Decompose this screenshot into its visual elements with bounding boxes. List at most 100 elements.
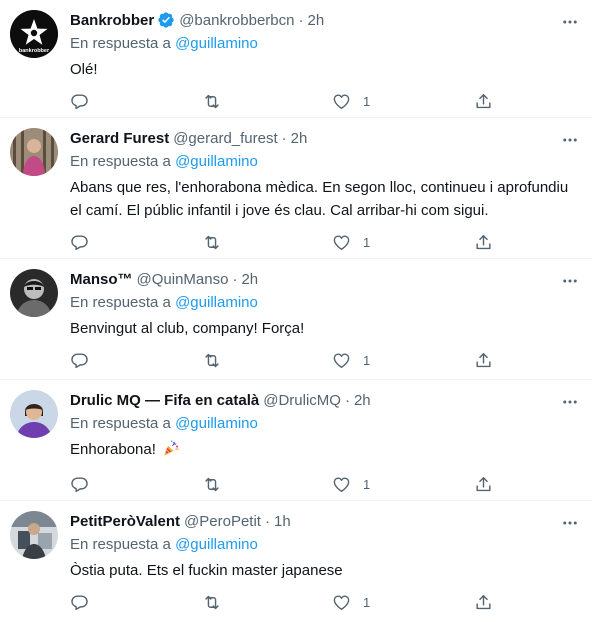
separator-dot: ·: [298, 11, 304, 29]
party-popper-icon: [162, 439, 180, 464]
reply-button[interactable]: [70, 92, 202, 111]
retweet-icon: [205, 353, 219, 367]
avatar-logo-text: bankrobber: [19, 48, 50, 54]
tweet-text: Abans que res, l'enhorabona mèdica. En s…: [70, 179, 569, 219]
reply-prefix: En respuesta a: [70, 153, 171, 170]
tweet-actions: 1: [70, 464, 576, 504]
share-button[interactable]: [474, 593, 493, 612]
reply-icon: [71, 594, 88, 610]
like-button[interactable]: 1: [332, 593, 474, 612]
retweet-icon: [205, 595, 219, 609]
like-button[interactable]: 1: [332, 92, 474, 111]
heart-icon: [333, 93, 350, 109]
timestamp[interactable]: 2h: [241, 271, 258, 288]
more-options-icon[interactable]: [560, 392, 580, 412]
author-handle[interactable]: @gerard_furest: [173, 130, 277, 147]
reply-icon: [71, 476, 88, 492]
more-options-icon[interactable]: [560, 513, 580, 533]
avatar[interactable]: [10, 511, 58, 559]
reply-context: En respuesta a @guillamino: [70, 152, 576, 172]
tweet-text-container: Enhorabona!: [70, 438, 576, 464]
author-handle[interactable]: @DrulicMQ: [263, 392, 341, 409]
reply-context: En respuesta a @guillamino: [70, 34, 576, 54]
verified-badge-icon: [157, 11, 175, 29]
tweet-text: Enhorabona!: [70, 441, 156, 458]
reply-mention-link[interactable]: @guillamino: [175, 415, 258, 432]
heart-icon: [333, 234, 350, 250]
retweet-icon: [205, 94, 219, 108]
retweet-button[interactable]: [202, 233, 332, 252]
tweet[interactable]: Manso™ @QuinManso · 2h En respuesta a @g…: [0, 258, 592, 379]
author-name[interactable]: Drulic MQ — Fifa en català: [70, 392, 259, 409]
reply-icon: [71, 93, 88, 109]
reply-context: En respuesta a @guillamino: [70, 414, 576, 434]
avatar[interactable]: [10, 269, 58, 317]
like-button[interactable]: 1: [332, 233, 474, 252]
author-name[interactable]: Gerard Furest: [70, 130, 169, 147]
reply-mention-link[interactable]: @guillamino: [175, 536, 258, 553]
tweet-text: Olé!: [70, 61, 98, 78]
tweet-actions: 1: [70, 222, 576, 262]
reply-prefix: En respuesta a: [70, 294, 171, 311]
tweet[interactable]: Gerard Furest @gerard_furest · 2h En res…: [0, 117, 592, 258]
separator-dot: ·: [344, 391, 350, 409]
reply-mention-link[interactable]: @guillamino: [175, 35, 258, 52]
tweet-header: Drulic MQ — Fifa en català @DrulicMQ · 2…: [70, 390, 576, 410]
reply-button[interactable]: [70, 233, 202, 252]
timestamp[interactable]: 2h: [291, 130, 308, 147]
retweet-button[interactable]: [202, 593, 332, 612]
retweet-button[interactable]: [202, 475, 332, 494]
reply-button[interactable]: [70, 475, 202, 494]
timestamp[interactable]: 1h: [274, 513, 291, 530]
reply-button[interactable]: [70, 351, 202, 370]
tweet-text: Òstia puta. Ets el fuckin master japanes…: [70, 562, 343, 579]
more-options-icon[interactable]: [560, 271, 580, 291]
avatar[interactable]: [10, 390, 58, 438]
share-button[interactable]: [474, 351, 493, 370]
heart-icon: [333, 476, 350, 492]
reply-mention-link[interactable]: @guillamino: [175, 294, 258, 311]
reply-mention-link[interactable]: @guillamino: [175, 153, 258, 170]
more-options-icon[interactable]: [560, 130, 580, 150]
like-count: 1: [363, 352, 371, 368]
reply-icon: [71, 234, 88, 250]
avatar[interactable]: bankrobber: [10, 10, 58, 58]
author-name[interactable]: Bankrobber: [70, 12, 154, 29]
timestamp[interactable]: 2h: [308, 12, 325, 29]
tweet-header: PetitPeròValent @PeroPetit · 1h: [70, 511, 576, 531]
author-handle[interactable]: @QuinManso: [137, 271, 229, 288]
tweet-header: Bankrobber @bankrobberbcn · 2h: [70, 10, 576, 30]
tweet[interactable]: bankrobber Bankrobber @bankrobberbcn · 2…: [0, 0, 592, 117]
reply-prefix: En respuesta a: [70, 35, 171, 52]
share-button[interactable]: [474, 475, 493, 494]
author-handle[interactable]: @PeroPetit: [184, 513, 261, 530]
reply-timeline: bankrobber Bankrobber @bankrobberbcn · 2…: [0, 0, 592, 616]
tweet-text: Benvingut al club, company! Força!: [70, 320, 305, 337]
retweet-button[interactable]: [202, 92, 332, 111]
share-icon: [476, 93, 491, 108]
retweet-icon: [205, 235, 219, 249]
like-count: 1: [363, 93, 371, 109]
avatar[interactable]: [10, 128, 58, 176]
author-name[interactable]: Manso™: [70, 271, 133, 288]
reply-context: En respuesta a @guillamino: [70, 293, 576, 313]
tweet[interactable]: PetitPeròValent @PeroPetit · 1h En respu…: [0, 500, 592, 616]
share-icon: [476, 352, 491, 367]
reply-context: En respuesta a @guillamino: [70, 535, 576, 555]
separator-dot: ·: [232, 270, 238, 288]
share-button[interactable]: [474, 233, 493, 252]
timestamp[interactable]: 2h: [354, 392, 371, 409]
author-handle[interactable]: @bankrobberbcn: [179, 12, 294, 29]
retweet-button[interactable]: [202, 351, 332, 370]
tweet-actions: 1: [70, 81, 576, 121]
like-count: 1: [363, 234, 371, 250]
reply-prefix: En respuesta a: [70, 415, 171, 432]
reply-button[interactable]: [70, 593, 202, 612]
share-button[interactable]: [474, 92, 493, 111]
more-options-icon[interactable]: [560, 12, 580, 32]
tweet[interactable]: Drulic MQ — Fifa en català @DrulicMQ · 2…: [0, 379, 592, 500]
like-button[interactable]: 1: [332, 351, 474, 370]
author-name[interactable]: PetitPeròValent: [70, 513, 180, 530]
tweet-header: Manso™ @QuinManso · 2h: [70, 269, 576, 289]
like-button[interactable]: 1: [332, 475, 474, 494]
